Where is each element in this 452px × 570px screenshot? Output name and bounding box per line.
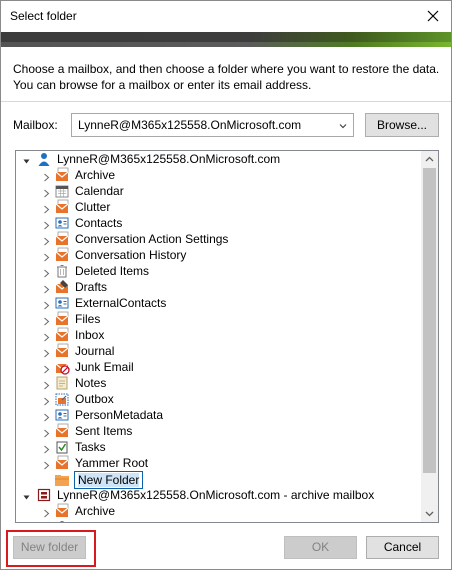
tree-folder-item[interactable]: Conversation History xyxy=(16,247,416,263)
tree-folder-item[interactable]: Outbox xyxy=(16,391,416,407)
tree-item-label: Deleted Items xyxy=(75,520,149,522)
tree-item-label: Archive xyxy=(75,168,116,182)
contacts-icon xyxy=(54,407,70,423)
tree-folder-item[interactable]: Sent Items xyxy=(16,423,416,439)
tree-folder-item[interactable]: Drafts xyxy=(16,279,416,295)
tree-item-label: Calendar xyxy=(75,184,124,198)
folder-mail-icon xyxy=(54,247,70,263)
folder-tree[interactable]: LynneR@M365x125558.OnMicrosoft.com Archiv… xyxy=(15,150,439,523)
tree-item-label: Conversation History xyxy=(75,248,187,262)
cancel-button[interactable]: Cancel xyxy=(366,536,439,559)
tree-folder-item[interactable]: Archive xyxy=(16,167,416,183)
tree-folder-item[interactable]: PersonMetadata xyxy=(16,407,416,423)
tree-item-label: Junk Email xyxy=(75,360,134,374)
tree-item-label: LynneR@M365x125558.OnMicrosoft.com xyxy=(57,152,281,166)
tree-archive-mailbox[interactable]: LynneR@M365x125558.OnMicrosoft.com - arc… xyxy=(16,487,416,503)
chevron-down-icon xyxy=(338,120,348,134)
calendar-icon xyxy=(54,183,70,199)
outbox-icon xyxy=(54,391,70,407)
tree-item-label: Notes xyxy=(75,376,107,390)
scroll-thumb[interactable] xyxy=(423,168,436,473)
folder-mail-icon xyxy=(54,343,70,359)
expand-arrow-icon[interactable] xyxy=(42,459,51,473)
tree-item-label: Inbox xyxy=(75,328,105,342)
tree-item-label: Clutter xyxy=(75,200,111,214)
tree-folder-item[interactable]: ExternalContacts xyxy=(16,295,416,311)
notes-icon xyxy=(54,375,70,391)
tree-item-label: Journal xyxy=(75,344,115,358)
tree-folder-item[interactable]: Junk Email xyxy=(16,359,416,375)
tree-folder-item[interactable]: Calendar xyxy=(16,183,416,199)
mailbox-value: LynneR@M365x125558.OnMicrosoft.com xyxy=(78,118,302,132)
trash-icon xyxy=(54,263,70,279)
tree-item-label: Tasks xyxy=(75,440,106,454)
tasks-icon xyxy=(54,439,70,455)
tree-folder-item[interactable]: Archive xyxy=(16,503,416,519)
tree-item-label: Contacts xyxy=(75,216,123,230)
folder-mail-icon xyxy=(54,423,70,439)
tree-folder-item[interactable]: Inbox xyxy=(16,327,416,343)
instructions-text: Choose a mailbox, and then choose a fold… xyxy=(13,62,440,92)
tree-new-folder-item[interactable]: New Folder xyxy=(16,471,416,489)
tree-item-label: Deleted Items xyxy=(75,264,150,278)
folder-mail-icon xyxy=(54,231,70,247)
tree-item-label: Drafts xyxy=(75,280,108,294)
tree-item-label: Outbox xyxy=(75,392,114,406)
tree-item-label: LynneR@M365x125558.OnMicrosoft.com - arc… xyxy=(57,488,375,502)
tree-folder-item[interactable]: Deleted Items xyxy=(16,519,416,522)
contacts-icon xyxy=(54,215,70,231)
tree-item-label: Sent Items xyxy=(75,424,133,438)
tree-item-label: Archive xyxy=(75,504,116,518)
archive-mailbox-icon xyxy=(36,487,52,503)
new-folder-icon xyxy=(54,472,70,488)
contacts-icon xyxy=(54,295,70,311)
tree-item-label: Files xyxy=(75,312,101,326)
mailbox-select[interactable]: LynneR@M365x125558.OnMicrosoft.com xyxy=(71,113,354,137)
folder-mail-icon xyxy=(54,327,70,343)
ok-button[interactable]: OK xyxy=(284,536,357,559)
tree-folder-item[interactable]: Deleted Items xyxy=(16,263,416,279)
close-icon xyxy=(427,10,439,22)
user-icon xyxy=(36,151,52,167)
folder-mail-icon xyxy=(54,455,70,471)
tree-folder-item[interactable]: Files xyxy=(16,311,416,327)
close-button[interactable] xyxy=(423,6,443,26)
scroll-down-arrow-icon[interactable] xyxy=(421,505,438,522)
divider xyxy=(1,101,451,102)
tree-item-label: PersonMetadata xyxy=(75,408,164,422)
tree-item-label: ExternalContacts xyxy=(75,296,167,310)
tree-folder-item[interactable]: Contacts xyxy=(16,215,416,231)
tree-folder-item[interactable]: Journal xyxy=(16,343,416,359)
folder-mail-icon xyxy=(54,311,70,327)
tree-folder-item[interactable]: Yammer Root xyxy=(16,455,416,471)
scroll-up-arrow-icon[interactable] xyxy=(421,151,438,168)
junk-icon xyxy=(54,359,70,375)
drafts-icon xyxy=(54,279,70,295)
folder-name-edit-text: New Folder xyxy=(78,473,140,487)
tree-folder-item[interactable]: Tasks xyxy=(16,439,416,455)
tree-folder-item[interactable]: Clutter xyxy=(16,199,416,215)
folder-mail-icon xyxy=(54,167,70,183)
tree-item-label: Yammer Root xyxy=(75,456,149,470)
dialog-title: Select folder xyxy=(10,9,77,23)
folder-mail-icon xyxy=(54,199,70,215)
folder-mail-icon xyxy=(54,503,70,519)
tree-item-label: Conversation Action Settings xyxy=(75,232,229,246)
tree-folder-item[interactable]: Conversation Action Settings xyxy=(16,231,416,247)
mailbox-label: Mailbox: xyxy=(13,118,58,132)
title-bar: Select folder xyxy=(1,1,451,32)
tree-folder-item[interactable]: Notes xyxy=(16,375,416,391)
browse-button[interactable]: Browse... xyxy=(365,113,439,137)
select-folder-dialog: Select folder Choose a mailbox, and then… xyxy=(0,0,452,570)
header-band xyxy=(1,32,451,47)
vertical-scrollbar[interactable] xyxy=(421,151,438,522)
tree-root-mailbox[interactable]: LynneR@M365x125558.OnMicrosoft.com xyxy=(16,151,416,167)
trash-icon xyxy=(54,519,70,522)
callout-highlight-box xyxy=(6,530,96,567)
